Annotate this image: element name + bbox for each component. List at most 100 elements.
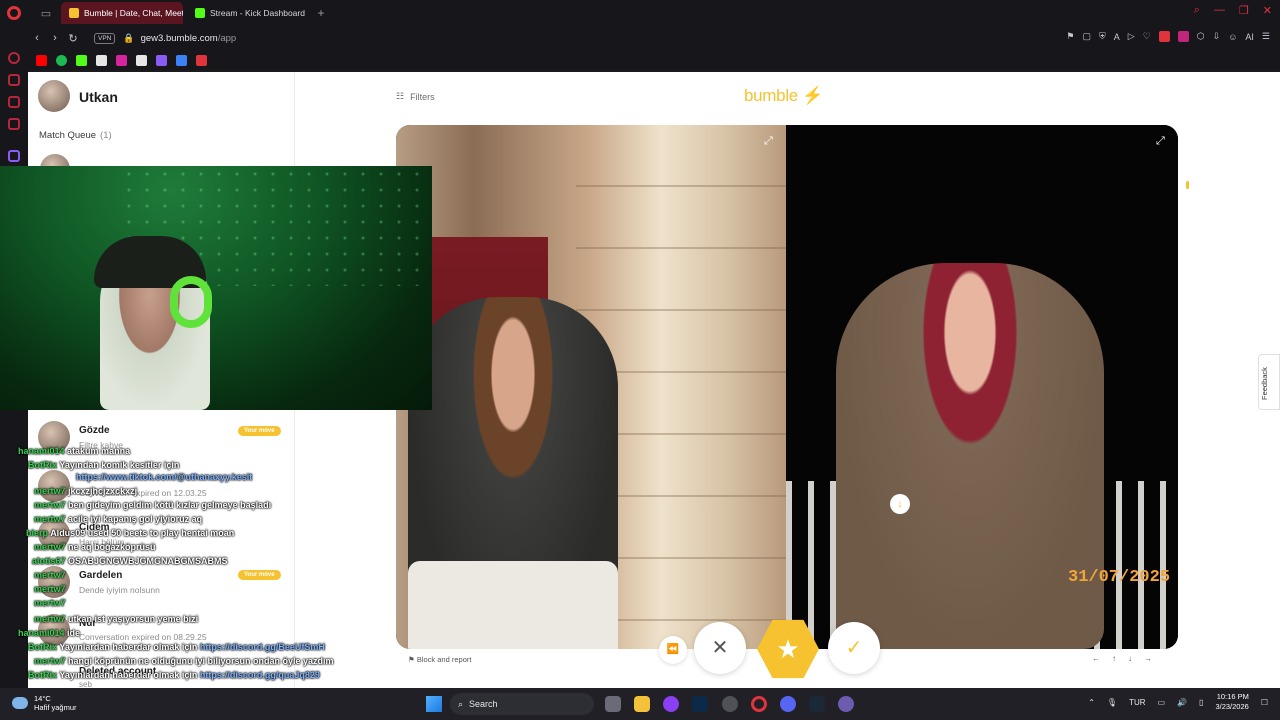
up-arrow-icon[interactable]: ↑ [1112, 654, 1116, 663]
chat-message: bierp Aldus09 used 50 beets to play hent… [26, 528, 234, 538]
chevron-up-icon[interactable]: ⌃ [1088, 698, 1095, 707]
bookmark-icon[interactable]: ⚑ [1066, 31, 1074, 42]
chat-user: mertw7 [34, 514, 66, 524]
microphone-icon[interactable]: 🎙 [1107, 698, 1117, 707]
shield-icon[interactable]: ⛨ [1099, 31, 1106, 42]
adblock-extension-icon[interactable] [1158, 31, 1170, 42]
file-explorer-icon[interactable] [634, 696, 650, 712]
bookmark-site-icon[interactable] [176, 54, 187, 66]
feedback-tab[interactable]: Feedback [1258, 354, 1280, 410]
heart-icon[interactable]: ♡ [1143, 31, 1151, 42]
ai-button[interactable]: AI [1245, 32, 1254, 42]
weather-temp: 14°C [34, 694, 51, 703]
tab-kick-dashboard[interactable]: Stream - Kick Dashboard [187, 2, 309, 24]
maximize-button[interactable]: ❐ [1239, 4, 1249, 17]
app-icon[interactable] [663, 696, 679, 712]
chat-user: mertw7 [34, 584, 66, 594]
language-indicator[interactable]: TUR [1129, 698, 1145, 707]
music-icon[interactable] [8, 118, 20, 130]
conversation-name[interactable]: Gözde [79, 425, 110, 436]
account-icon[interactable]: ☺ [1228, 32, 1237, 42]
photoshop-icon[interactable] [692, 696, 708, 712]
down-arrow-icon[interactable]: ↓ [1128, 654, 1132, 663]
extensions-icon[interactable]: ⬡ [1197, 31, 1205, 42]
browser-tabstrip: ▭ Bumble | Date, Chat, Meet Stream - Kic… [0, 0, 1280, 26]
play-icon[interactable]: ▷ [1128, 31, 1135, 42]
scroll-down-icon[interactable]: ↓ [890, 494, 910, 514]
profile-avatar[interactable] [38, 80, 70, 112]
weather-widget[interactable]: 14°C Hafif yağmur [12, 694, 77, 712]
twitch-icon[interactable] [8, 150, 20, 162]
obs-icon[interactable] [722, 696, 738, 712]
windows-start-icon[interactable] [426, 696, 442, 712]
match-queue-heading: Match Queue (1) [39, 130, 112, 141]
expand-photo-icon[interactable]: ⤢ [764, 135, 773, 148]
profile-photo-card[interactable]: ⤢ 31/07/2025 ⤢ ↓ [396, 125, 1178, 649]
tab-menu-icon[interactable]: ▭ [35, 4, 57, 22]
bookmark-red-icon[interactable] [196, 54, 207, 66]
chat-user: mertw7 [34, 656, 66, 666]
chat-text: hangi köprünün ne olduğunu iyi biliyorsu… [68, 656, 334, 666]
backtrack-button[interactable]: ⏪ [659, 636, 687, 664]
match-queue-count: (1) [100, 130, 112, 141]
clock[interactable]: 10:16 PM 3/23/2026 [1215, 692, 1248, 712]
expand-photo-icon[interactable]: ⤢ [1156, 135, 1165, 148]
like-button[interactable]: ✓ [828, 622, 880, 674]
chat-user: mertw7 [34, 500, 66, 510]
translate-icon[interactable]: A [1114, 32, 1120, 42]
opera-menu-icon[interactable] [7, 6, 21, 20]
right-arrow-icon[interactable]: → [1144, 654, 1152, 663]
volume-icon[interactable]: 🔊 [1177, 698, 1187, 707]
chat-user: mertw7 [34, 614, 66, 624]
chat-link[interactable]: https://discord.gg/quaJq829 [200, 670, 320, 680]
easy-setup-icon[interactable]: ☰ [1262, 31, 1270, 42]
chat-link[interactable]: https://www.tiktok.com/@uthanaxyy.kesit [76, 472, 252, 482]
chat-user: BotRix [28, 642, 57, 652]
task-view-icon[interactable] [605, 696, 621, 712]
download-icon[interactable]: ⇩ [1213, 31, 1221, 42]
tiktok-icon[interactable] [136, 54, 147, 66]
extension-icon[interactable] [1177, 31, 1189, 42]
tab-bumble[interactable]: Bumble | Date, Chat, Meet [61, 2, 183, 24]
x-icon[interactable] [96, 54, 107, 66]
kick-icon[interactable] [76, 54, 87, 66]
pass-button[interactable]: ✕ [694, 622, 746, 674]
messenger-icon[interactable] [8, 96, 20, 108]
notification-icon[interactable]: ☐ [1261, 698, 1268, 707]
flag-icon: ⚑ [408, 655, 415, 664]
bag-icon[interactable] [8, 74, 20, 86]
network-icon[interactable]: ▭ [1158, 698, 1166, 707]
youtube-icon[interactable] [36, 54, 47, 66]
back-icon[interactable]: ‹ [28, 32, 46, 44]
search-tabs-icon[interactable]: ⌕ [1194, 4, 1200, 17]
snapshot-icon[interactable]: ▢ [1083, 31, 1092, 42]
steam-icon[interactable] [809, 696, 825, 712]
battery-icon[interactable]: ▯ [1199, 698, 1203, 707]
chat-message: mertw7 ne aq boğazköprüsü [34, 542, 156, 552]
filters-button[interactable]: ☷ Filters [396, 91, 435, 102]
minimize-button[interactable]: — [1214, 4, 1225, 17]
chat-message: mertw7 acile iyi kapanış gol yiyioruz aq [34, 514, 202, 524]
person-figure [836, 263, 1104, 649]
windows-taskbar: 14°C Hafif yağmur ⌕ Search ⌃ 🎙 TUR ▭ 🔊 ▯ … [0, 688, 1280, 720]
twitch-bookmark-icon[interactable] [156, 54, 167, 66]
speed-dial-icon[interactable] [8, 52, 20, 64]
vpn-badge[interactable]: VPN [94, 32, 116, 44]
new-tab-button[interactable]: + [313, 6, 329, 20]
url-field[interactable]: gew3.bumble.com/app [141, 33, 237, 44]
bumble-wordmark: bumble [744, 86, 798, 105]
chat-link[interactable]: https://discord.gg/BeeUfSmH [200, 642, 325, 652]
spotify-icon[interactable] [56, 54, 67, 66]
taskbar-search[interactable]: ⌕ Search [450, 693, 594, 715]
left-arrow-icon[interactable]: ← [1092, 654, 1100, 663]
discord-icon[interactable] [780, 696, 796, 712]
close-button[interactable]: ✕ [1263, 4, 1272, 17]
forward-icon[interactable]: › [46, 32, 64, 44]
app-icon[interactable] [838, 696, 854, 712]
instagram-icon[interactable] [116, 54, 127, 66]
reload-icon[interactable]: ↻ [64, 32, 82, 45]
block-and-report-link[interactable]: ⚑ Block and report [408, 655, 471, 664]
opera-gx-taskbar-icon[interactable] [751, 696, 767, 712]
profile-username[interactable]: Utkan [79, 89, 118, 105]
lock-icon[interactable]: 🔒 [123, 33, 134, 44]
